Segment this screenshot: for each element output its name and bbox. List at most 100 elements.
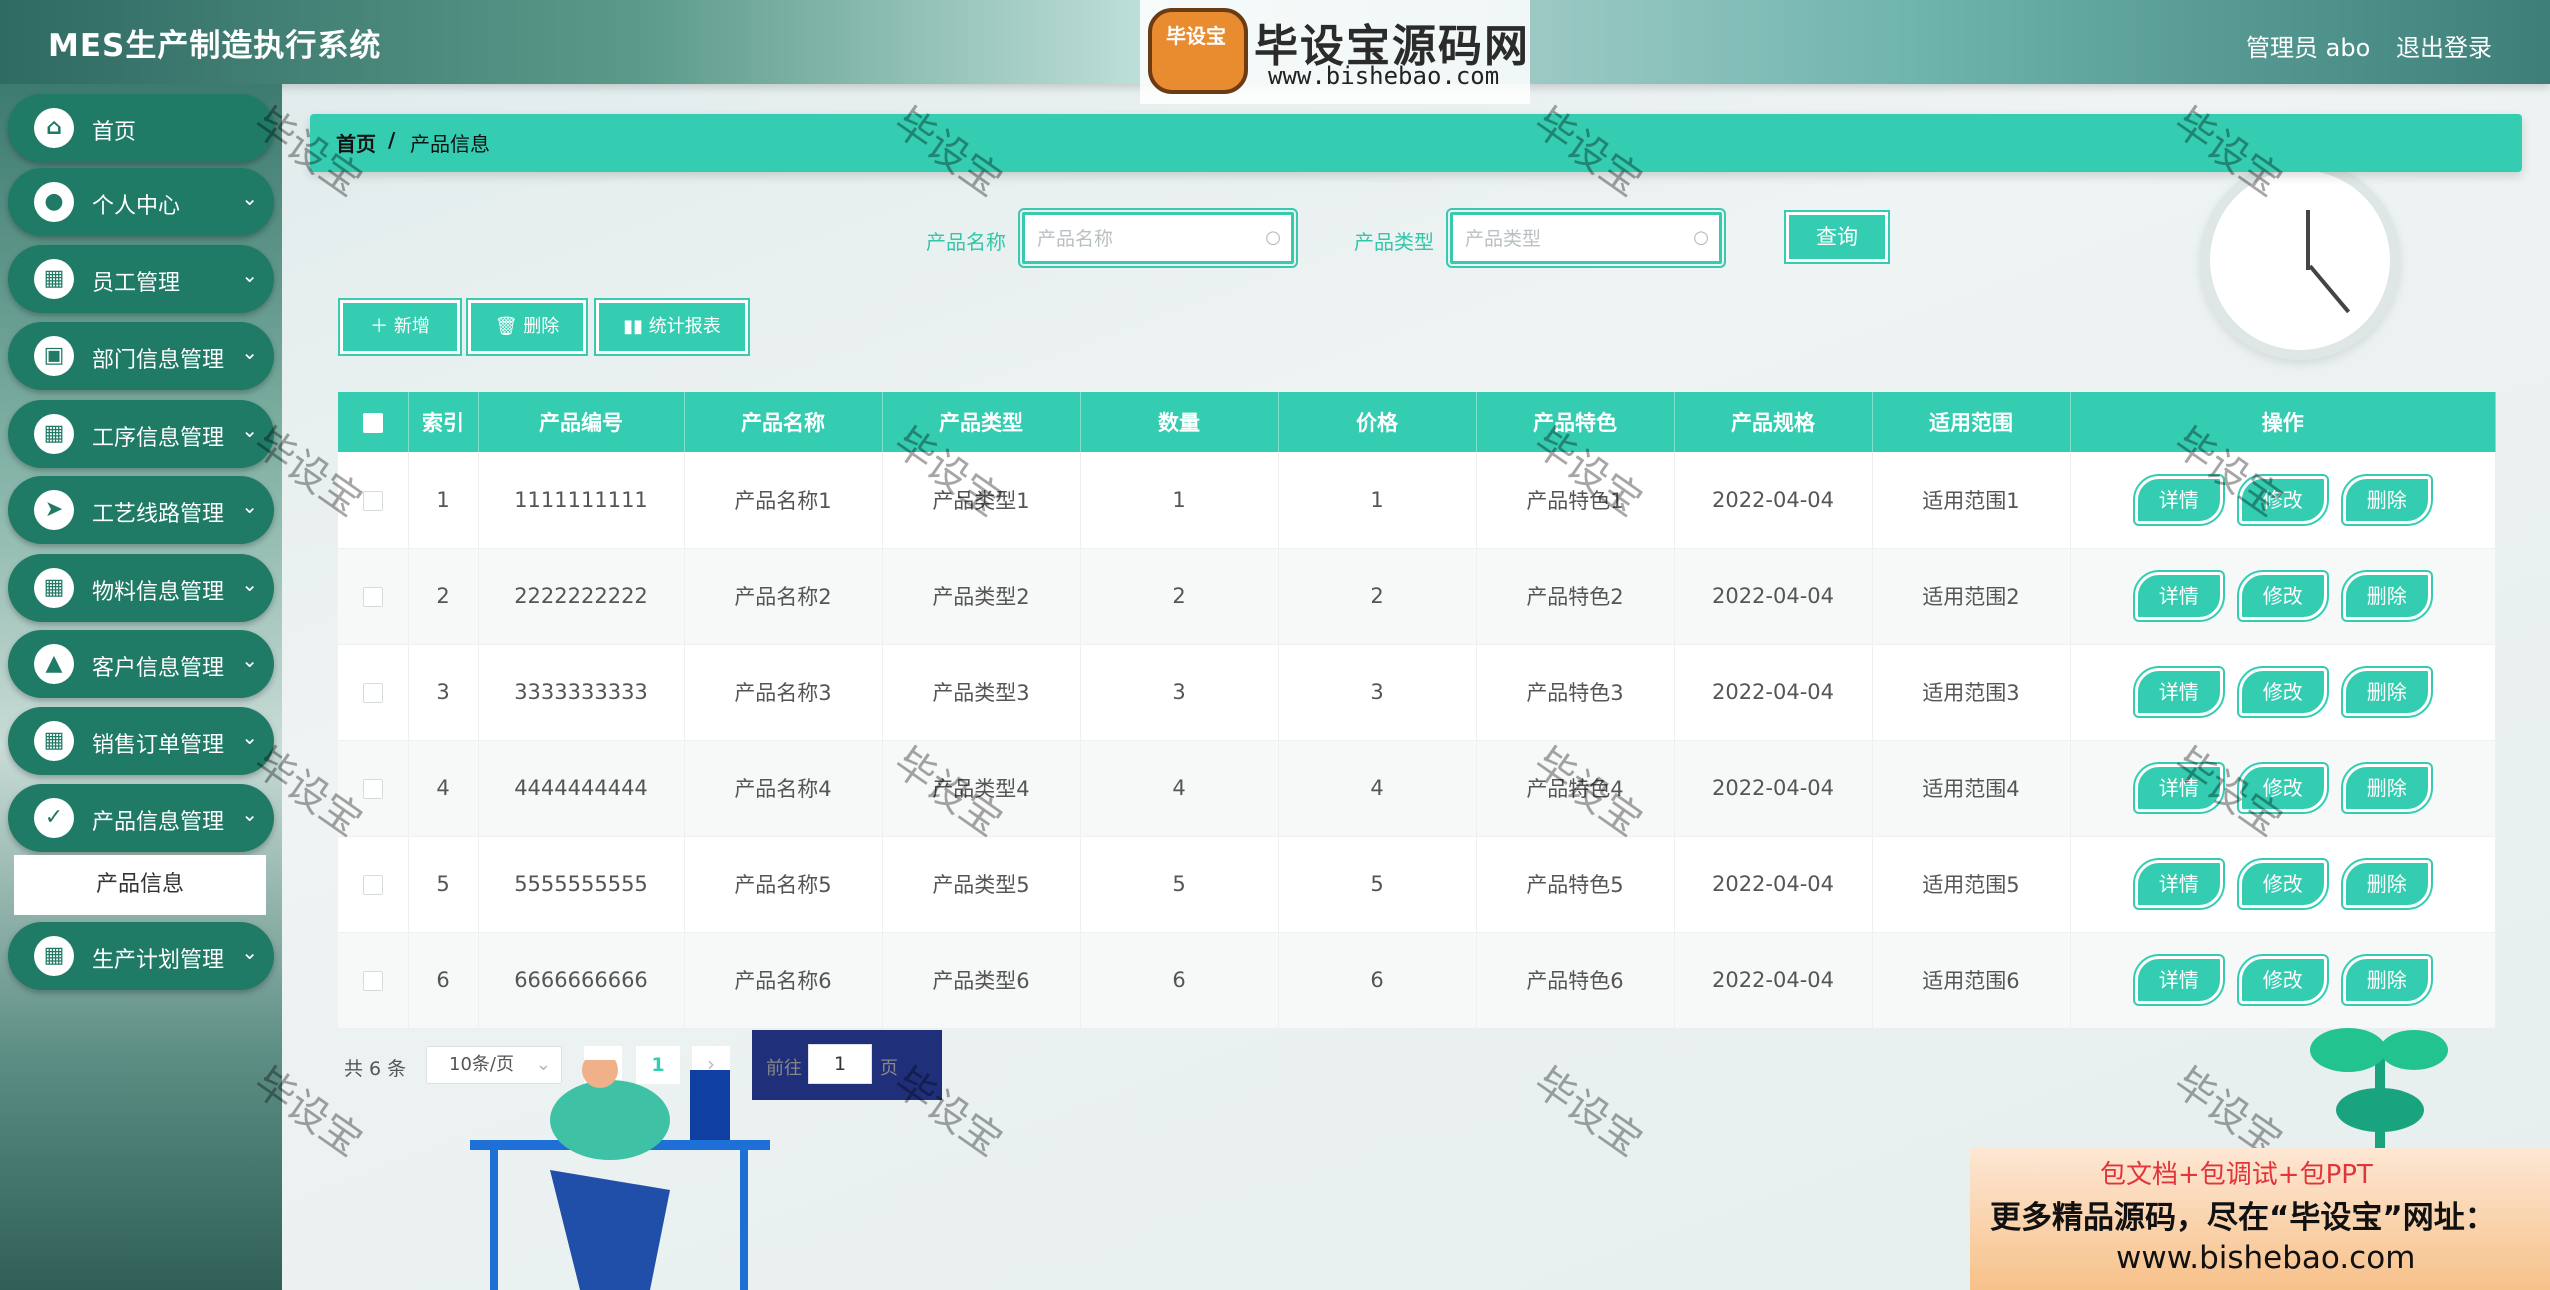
clock-minute-hand [2308, 264, 2351, 314]
table-cell: 产品特色6 [1476, 932, 1675, 1029]
row-delete-button[interactable]: 删除 [2340, 570, 2433, 622]
table-cell: 6 [1278, 932, 1477, 1029]
sidebar-item[interactable]: ⌂ 首页 [8, 94, 274, 162]
table-row[interactable]: 5 5555555555 产品名称5 产品类型5 5 5 产品特色5 2022-04-04 适用… [338, 836, 2496, 933]
row-delete-button[interactable]: 删除 [2340, 473, 2433, 526]
row-select-cell[interactable] [338, 740, 409, 837]
table-cell: 适用范围6 [1872, 932, 2071, 1029]
current-user[interactable]: 管理员 abo [2246, 28, 2370, 63]
table-cell: 2 [1278, 548, 1477, 645]
sidebar-item[interactable]: ▦ 员工管理 ⌄ [8, 245, 274, 313]
sidebar-item[interactable]: ● 个人中心 ⌄ [8, 168, 274, 236]
detail-button[interactable]: 详情 [2132, 954, 2225, 1006]
breadcrumb-home[interactable]: 首页 [336, 128, 376, 157]
table-cell: 适用范围4 [1872, 740, 2071, 837]
row-select-cell[interactable] [338, 932, 409, 1029]
row-delete-button[interactable]: 删除 [2340, 858, 2433, 910]
row-select-cell[interactable] [338, 452, 409, 549]
table-cell: 2022-04-04 [1674, 548, 1873, 645]
row-delete-button[interactable]: 删除 [2340, 666, 2433, 718]
table-cell: 产品名称1 [684, 452, 883, 549]
row-checkbox[interactable] [362, 971, 383, 991]
grid-icon: ▦ [34, 936, 74, 976]
table-cell: 产品特色5 [1476, 836, 1675, 933]
row-actions: 详情 修改 删除 [2070, 644, 2496, 741]
row-select-cell[interactable] [338, 548, 409, 645]
clock-hour-hand [2306, 210, 2310, 270]
column-header: 产品规格 [1674, 392, 1873, 452]
brand-logo-text: 毕设宝 [1166, 24, 1226, 48]
delete-button[interactable]: 🗑 删除 [466, 298, 588, 356]
logout-link[interactable]: 退出登录 [2396, 28, 2492, 63]
product-name-input[interactable] [1037, 225, 1257, 253]
detail-button[interactable]: 详情 [2132, 762, 2225, 814]
edit-button[interactable]: 修改 [2236, 570, 2329, 622]
table-row[interactable]: 1 1111111111 产品名称1 产品类型1 1 1 产品特色1 2022-04-04 适用… [338, 452, 2496, 549]
sidebar-item[interactable]: ▦ 工序信息管理 ⌄ [8, 400, 274, 468]
sidebar-item[interactable]: ▦ 销售订单管理 ⌄ [8, 707, 274, 775]
edit-button[interactable]: 修改 [2236, 666, 2329, 718]
table-cell: 产品特色2 [1476, 548, 1675, 645]
row-checkbox[interactable] [362, 587, 383, 607]
add-button[interactable]: ＋ 新增 [338, 298, 462, 356]
sidebar-item[interactable]: ▦ 物料信息管理 ⌄ [8, 554, 274, 622]
table-cell: 1111111111 [478, 452, 685, 549]
row-delete-button[interactable]: 删除 [2340, 762, 2433, 814]
query-button[interactable]: 查询 [1784, 210, 1890, 264]
table-cell: 产品名称4 [684, 740, 883, 837]
product-type-input[interactable] [1465, 225, 1685, 253]
table-cell: 产品类型5 [882, 836, 1081, 933]
row-checkbox[interactable] [362, 875, 383, 895]
table-cell: 5 [1080, 836, 1279, 933]
table-row[interactable]: 4 4444444444 产品名称4 产品类型4 4 4 产品特色4 2022-04-04 适用… [338, 740, 2496, 837]
search-icon: ○ [1265, 227, 1281, 248]
sidebar-item[interactable]: ▲ 客户信息管理 ⌄ [8, 630, 274, 698]
table-row[interactable]: 6 6666666666 产品名称6 产品类型6 6 6 产品特色6 2022-04-04 适用… [338, 932, 2496, 1029]
table-cell: 6 [408, 932, 479, 1029]
row-select-cell[interactable] [338, 644, 409, 741]
select-all-checkbox[interactable] [362, 413, 383, 433]
table-cell: 2022-04-04 [1674, 932, 1873, 1029]
sidebar-item[interactable]: ▣ 部门信息管理 ⌄ [8, 322, 274, 390]
sidebar-item[interactable]: ➤ 工艺线路管理 ⌄ [8, 476, 274, 544]
chevron-down-icon: ⌄ [241, 418, 258, 442]
product-type-search-box[interactable]: ○ [1446, 208, 1726, 268]
sidebar-item-label: 产品信息管理 [92, 810, 225, 835]
detail-button[interactable]: 详情 [2132, 858, 2225, 910]
edit-button[interactable]: 修改 [2236, 473, 2329, 526]
table-cell: 产品名称2 [684, 548, 883, 645]
product-name-search-box[interactable]: ○ [1018, 208, 1298, 268]
detail-button[interactable]: 详情 [2132, 473, 2225, 526]
promo-banner[interactable]: 包文档+包调试+包PPT 更多精品源码，尽在“毕设宝”网址： www.bishe… [1970, 1148, 2550, 1290]
table-row[interactable]: 3 3333333333 产品名称3 产品类型3 3 3 产品特色3 2022-04-04 适用… [338, 644, 2496, 741]
sidebar-item[interactable]: ▦ 生产计划管理 ⌄ [8, 922, 274, 990]
table-cell: 2022-04-04 [1674, 836, 1873, 933]
row-checkbox[interactable] [362, 490, 383, 511]
table-cell: 1 [1080, 452, 1279, 549]
submenu-item-product-info[interactable]: 产品信息 [14, 855, 266, 915]
sidebar-item[interactable]: ✓ 产品信息管理 ⌄ [8, 784, 274, 852]
edit-button[interactable]: 修改 [2236, 858, 2329, 910]
detail-button[interactable]: 详情 [2132, 570, 2225, 622]
chevron-down-icon: ⌄ [241, 186, 258, 210]
row-select-cell[interactable] [338, 836, 409, 933]
table-cell: 产品名称3 [684, 644, 883, 741]
select-all-header[interactable] [338, 392, 409, 452]
row-actions: 详情 修改 删除 [2070, 548, 2496, 645]
edit-button[interactable]: 修改 [2236, 762, 2329, 814]
table-cell: 产品类型2 [882, 548, 1081, 645]
table-row[interactable]: 2 2222222222 产品名称2 产品类型2 2 2 产品特色2 2022-04-04 适用… [338, 548, 2496, 645]
product-type-label: 产品类型 [1354, 230, 1434, 254]
chevron-down-icon: ⌄ [241, 725, 258, 749]
user-icon: ● [34, 182, 74, 222]
detail-button[interactable]: 详情 [2132, 666, 2225, 718]
brand-banner: 毕设宝 毕设宝源码网 www.bishebao.com [1140, 0, 1530, 104]
sidebar-item-label: 部门信息管理 [92, 348, 225, 373]
row-checkbox[interactable] [362, 779, 383, 799]
chevron-down-icon: ⌄ [241, 572, 258, 596]
row-checkbox[interactable] [362, 683, 383, 703]
chevron-down-icon: ⌄ [241, 340, 258, 364]
column-header: 产品特色 [1476, 392, 1675, 452]
report-button[interactable]: ▮▮ 统计报表 [594, 298, 750, 356]
desk-illustration [470, 1060, 770, 1290]
